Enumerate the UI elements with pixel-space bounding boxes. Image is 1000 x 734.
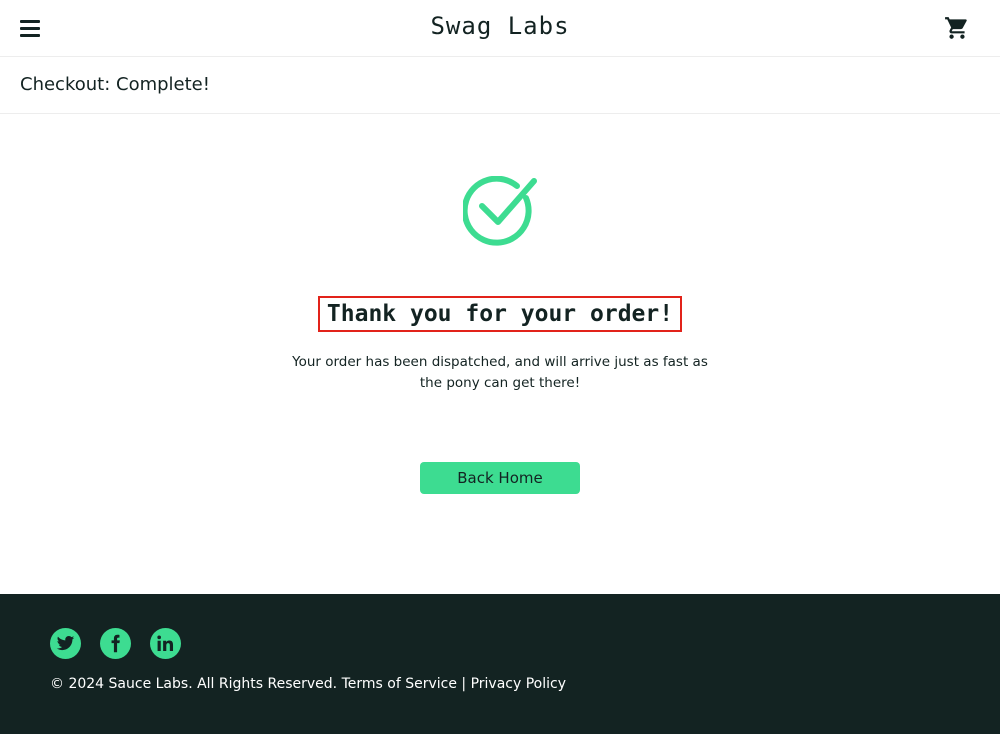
privacy-policy-link[interactable]: Privacy Policy	[471, 676, 566, 692]
copyright-text: © 2024 Sauce Labs. All Rights Reserved.	[50, 676, 338, 692]
facebook-icon	[111, 634, 120, 653]
complete-text: Your order has been dispatched, and will…	[292, 354, 708, 391]
twitter-link[interactable]	[50, 628, 81, 659]
footer-separator: |	[461, 676, 467, 692]
complete-header: Thank you for your order!	[318, 296, 682, 332]
footer: © 2024 Sauce Labs. All Rights Reserved. …	[0, 594, 1000, 734]
twitter-icon	[56, 635, 75, 651]
footer-copy: © 2024 Sauce Labs. All Rights Reserved. …	[50, 676, 566, 692]
linkedin-link[interactable]	[150, 628, 181, 659]
terms-of-service-link[interactable]: Terms of Service	[342, 676, 457, 692]
facebook-link[interactable]	[100, 628, 131, 659]
linkedin-icon	[157, 635, 174, 652]
primary-header: Swag Labs	[0, 0, 1000, 57]
page-title: Checkout: Complete!	[20, 74, 210, 95]
checkmark-circle-icon	[461, 175, 537, 248]
shopping-cart-link[interactable]	[944, 15, 970, 41]
shopping-cart-icon	[945, 17, 967, 39]
app-logo: Swag Labs	[430, 12, 570, 40]
secondary-header: Checkout: Complete!	[0, 57, 1000, 114]
back-home-button[interactable]: Back Home	[420, 462, 580, 494]
